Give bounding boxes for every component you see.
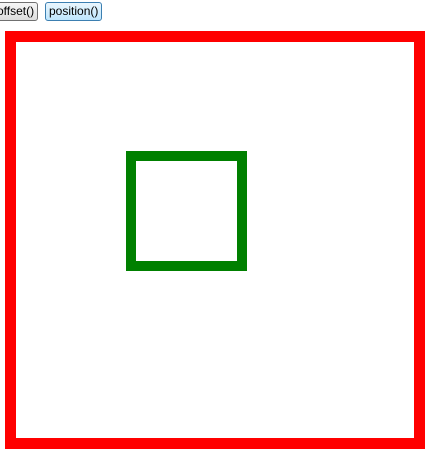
position-button[interactable]: position() <box>45 2 103 21</box>
offset-button[interactable]: offset() <box>0 2 39 21</box>
inner-green-box <box>126 151 247 271</box>
